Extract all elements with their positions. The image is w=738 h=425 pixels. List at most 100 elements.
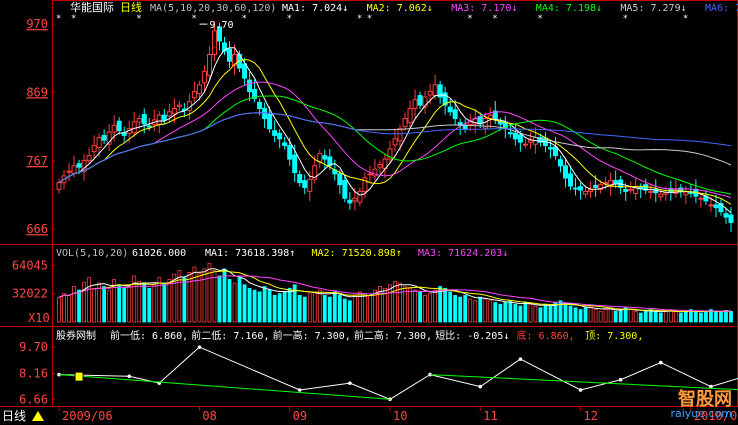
header-value-3: 前二高: 7.300, <box>354 329 432 342</box>
volume-bar <box>157 277 162 323</box>
candle-body <box>392 138 398 146</box>
volume-bar <box>297 295 302 323</box>
volume-params: VOL(5,10,20) <box>56 248 128 259</box>
stock-chart: 华能国际 日线 MA(5,10,20,30,60,120) MA1: 7.024… <box>0 0 738 423</box>
volume-bar <box>242 284 247 323</box>
candle-body <box>131 121 137 134</box>
candle-body <box>292 154 298 174</box>
volume-bar <box>257 291 262 323</box>
candle-body <box>563 165 569 179</box>
zigzag-point <box>658 360 663 365</box>
signal-star-row: * * * * * * * * * * * * * <box>56 14 688 24</box>
volume-bar <box>272 295 277 323</box>
candle-body <box>282 142 288 147</box>
volume-bar <box>548 305 553 323</box>
x-tick-label-3: 10 <box>393 409 407 423</box>
candle-body <box>342 180 348 199</box>
candle-body <box>583 190 589 195</box>
price-annotations: 9.706.66 <box>199 20 234 31</box>
volume-bars <box>57 263 733 323</box>
candle-body <box>568 173 574 187</box>
candle-body <box>367 173 373 176</box>
signal-star: * <box>71 14 76 24</box>
candle-body <box>557 159 563 167</box>
candle-body <box>593 184 599 188</box>
volume-bar <box>488 300 493 323</box>
volume-axis: 64045 32022 X10 <box>12 258 55 325</box>
stock-name: 华能国际 <box>70 0 114 14</box>
zigzag-point <box>297 388 302 392</box>
volume-bar <box>368 295 372 323</box>
header-value-2: MA3: 71624.203↓ <box>418 248 508 259</box>
candle-body <box>136 118 142 123</box>
volume-bar <box>693 310 698 323</box>
volume-bar <box>623 307 628 323</box>
candle-body <box>512 132 518 140</box>
candle-body <box>507 132 513 135</box>
signal-star: * <box>136 14 141 24</box>
volume-bar <box>443 287 448 323</box>
volume-bar <box>658 312 663 323</box>
volume-bar <box>433 289 438 323</box>
candle-body <box>447 106 453 113</box>
signal-star: * <box>537 14 542 24</box>
volume-bar <box>714 310 718 323</box>
period-tab-label[interactable]: 日线 <box>2 409 26 423</box>
volume-bar <box>137 280 142 323</box>
volume-bar <box>187 271 192 323</box>
signal-star: * <box>287 14 292 24</box>
header-value-2: 前一高: 7.300, <box>273 329 351 342</box>
candle-body <box>357 190 363 203</box>
candle-body <box>427 91 433 96</box>
candle-body <box>196 84 202 95</box>
volume-bar <box>523 302 528 323</box>
volume-bar <box>282 291 287 323</box>
volume-bar <box>363 293 367 323</box>
trend-line-0 <box>58 374 391 400</box>
volume-value: 61026.000 <box>132 248 186 259</box>
ma-value-list: MA1: 7.024↓ MA2: 7.062↓ MA3: 7.170↓ MA4: 7.… <box>282 3 738 14</box>
period-tab[interactable]: 日线 <box>2 409 44 423</box>
candle-body <box>116 120 122 132</box>
volume-bar <box>493 302 498 323</box>
indicator-zigzag <box>57 345 738 402</box>
vol-tick-label-1: 32022 <box>12 287 48 301</box>
volume-bar <box>699 312 703 323</box>
zigzag-point <box>478 384 483 389</box>
candle-body <box>372 168 378 177</box>
price-header: 华能国际 日线 MA(5,10,20,30,60,120) MA1: 7.024… <box>70 0 738 14</box>
candle-body <box>628 188 634 191</box>
candle-body <box>56 182 62 190</box>
volume-bar <box>508 300 513 323</box>
volume-bar <box>152 284 157 323</box>
candle-body <box>66 170 72 173</box>
signal-star: * <box>367 14 372 24</box>
signal-star: * <box>56 14 61 24</box>
volume-bar <box>448 291 453 323</box>
volume-bar <box>568 305 573 323</box>
volume-bar <box>162 282 167 323</box>
signal-star: * <box>467 14 472 24</box>
header-value-2: MA3: 7.170↓ <box>451 3 517 14</box>
candle-body <box>277 132 283 140</box>
volume-bar <box>618 309 623 323</box>
candle-body <box>141 114 147 125</box>
volume-bar <box>107 289 112 323</box>
zigzag-point <box>127 374 132 379</box>
volume-bar <box>724 310 728 323</box>
volume-bar <box>57 296 61 323</box>
volume-bar <box>352 295 357 323</box>
volume-bar <box>593 309 598 323</box>
volume-bar <box>533 305 538 323</box>
signal-star: * <box>357 14 362 24</box>
header-value-0: MA1: 7.024↓ <box>282 3 348 14</box>
volume-bar <box>413 289 417 323</box>
ma-params: MA(5,10,20,30,60,120) <box>150 3 276 14</box>
candle-body <box>91 145 97 153</box>
volume-bar <box>247 287 252 323</box>
candle-body <box>76 163 82 168</box>
volume-bar <box>583 307 588 323</box>
candle-body <box>171 107 177 115</box>
candle-body <box>161 114 167 121</box>
volume-bar <box>468 298 473 323</box>
